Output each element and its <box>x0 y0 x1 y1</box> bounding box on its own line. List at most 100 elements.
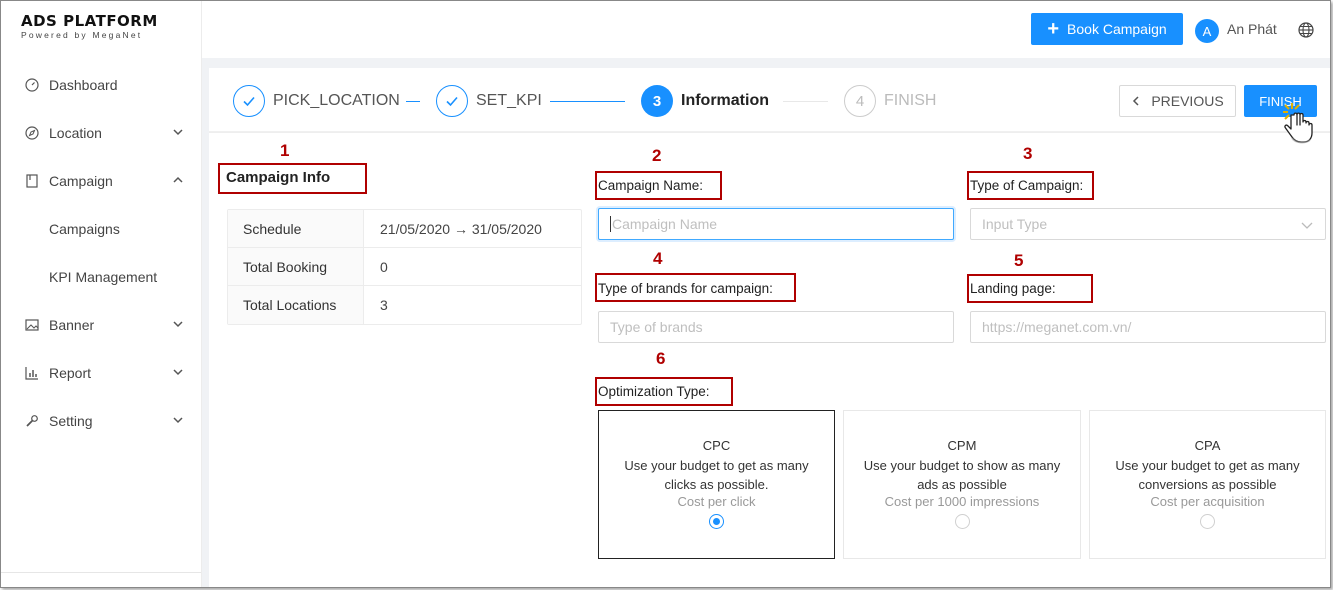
option-title: CPC <box>702 438 731 453</box>
chevron-up-icon <box>173 176 183 183</box>
sidebar-item-report[interactable]: Report <box>1 353 201 393</box>
book-campaign-label: Book Campaign <box>1067 21 1167 37</box>
picture-icon <box>25 318 39 332</box>
brand-type-input[interactable]: Type of brands <box>598 311 954 343</box>
sidebar-item-label: Report <box>49 365 92 381</box>
radio-dot <box>713 518 720 525</box>
campaign-type-label: Type of Campaign: <box>970 178 1084 193</box>
optimization-option-cpm[interactable]: CPM Use your budget to show as many ads … <box>843 410 1081 559</box>
sidebar-item-label: KPI Management <box>49 269 158 285</box>
table-row: Schedule 21/05/2020 → 31/05/2020 <box>228 210 581 248</box>
option-subtitle: Cost per acquisition <box>1150 494 1265 509</box>
step-number: 4 <box>844 85 876 117</box>
step-connector <box>550 101 625 102</box>
step-label: FINISH <box>884 92 937 109</box>
sidebar-item-label: Campaign <box>49 173 113 189</box>
step-set-kpi[interactable]: SET_KPI <box>436 84 542 118</box>
option-description: Use your budget to get as many clicks as… <box>624 458 809 492</box>
info-value: 21/05/2020 → 31/05/2020 <box>380 220 542 237</box>
sidebar-item-banner[interactable]: Banner <box>1 305 201 345</box>
radio-cpc[interactable] <box>709 514 724 529</box>
annotation-number: 6 <box>656 349 666 368</box>
check-icon <box>436 85 468 117</box>
info-value: 3 <box>380 297 388 313</box>
step-number: 3 <box>641 85 673 117</box>
user-name[interactable]: An Phát <box>1227 21 1277 37</box>
step-pick-location[interactable]: PICK_LOCATION <box>233 84 400 118</box>
campaign-name-placeholder: Campaign Name <box>612 216 718 232</box>
option-subtitle: Cost per click <box>677 494 756 509</box>
annotation-number: 3 <box>1023 144 1033 163</box>
sidebar-item-kpi-management[interactable]: KPI Management <box>1 257 201 297</box>
campaign-name-input[interactable]: Campaign Name <box>598 208 954 240</box>
step-label: Information <box>681 92 769 109</box>
previous-button[interactable]: PREVIOUS <box>1119 85 1236 117</box>
brand-type-label: Type of brands for campaign: <box>598 281 773 296</box>
info-key: Total Locations <box>228 286 364 324</box>
previous-label: PREVIOUS <box>1151 93 1224 109</box>
optimization-option-cpc[interactable]: CPC Use your budget to get as many click… <box>598 410 835 559</box>
text-caret <box>610 216 611 232</box>
book-campaign-button[interactable]: + Book Campaign <box>1031 13 1183 45</box>
check-icon <box>233 85 265 117</box>
sidebar-item-label: Location <box>49 125 102 141</box>
brand-type-placeholder: Type of brands <box>610 319 703 335</box>
dashboard-icon <box>25 78 39 92</box>
landing-page-label: Landing page: <box>970 281 1056 296</box>
step-label: PICK_LOCATION <box>273 92 400 109</box>
optimization-option-cpa[interactable]: CPA Use your budget to get as many conve… <box>1089 410 1326 559</box>
info-key: Total Booking <box>228 248 364 285</box>
annotation-number: 4 <box>653 249 663 268</box>
chevron-down-icon <box>173 129 183 136</box>
globe-icon[interactable] <box>1298 22 1314 38</box>
info-key: Schedule <box>228 210 364 247</box>
campaign-type-select[interactable]: Input Type <box>970 208 1326 240</box>
campaign-name-label: Campaign Name: <box>598 178 704 193</box>
steps-bar: PICK_LOCATION SET_KPI 3 Information 4 FI… <box>209 68 1330 132</box>
sidebar-item-label: Campaigns <box>49 221 120 237</box>
campaign-info-table: Schedule 21/05/2020 → 31/05/2020 Total B… <box>227 209 582 325</box>
option-title: CPA <box>1194 438 1221 453</box>
sidebar-divider <box>1 572 201 573</box>
table-row: Total Locations 3 <box>228 286 581 324</box>
sidebar-item-location[interactable]: Location <box>1 113 201 153</box>
annotation-number: 2 <box>652 146 662 165</box>
radio-cpa[interactable] <box>1200 514 1215 529</box>
plus-icon: + <box>1047 18 1060 40</box>
landing-page-input[interactable]: https://meganet.com.vn/ <box>970 311 1326 343</box>
logo-title: ADS PLATFORM <box>21 12 158 30</box>
campaign-type-placeholder: Input Type <box>982 216 1048 232</box>
info-value: 0 <box>380 258 388 275</box>
sidebar-item-label: Banner <box>49 317 95 333</box>
bar-chart-icon <box>25 366 39 380</box>
wrench-icon <box>25 414 39 428</box>
top-header: + Book Campaign A An Phát <box>202 1 1330 58</box>
step-connector <box>783 101 828 102</box>
logo[interactable]: ADS PLATFORM Powered by MegaNet <box>21 13 158 40</box>
sidebar-item-setting[interactable]: Setting <box>1 401 201 441</box>
option-description: Use your budget to show as many ads as p… <box>863 458 1061 492</box>
step-information[interactable]: 3 Information <box>641 84 769 118</box>
sidebar: ADS PLATFORM Powered by MegaNet Dashboar… <box>1 1 202 587</box>
table-row: Total Booking 0 <box>228 248 581 286</box>
chevron-down-icon <box>173 321 183 328</box>
hand-cursor-icon <box>1283 103 1313 144</box>
avatar[interactable]: A <box>1195 19 1219 43</box>
chevron-down-icon <box>1301 222 1313 229</box>
divider <box>209 132 1330 133</box>
book-icon <box>25 174 39 188</box>
option-description: Use your budget to get as many conversio… <box>1115 458 1300 492</box>
step-finish[interactable]: 4 FINISH <box>844 84 936 118</box>
sidebar-item-campaign[interactable]: Campaign <box>1 161 201 201</box>
logo-subtitle: Powered by MegaNet <box>21 30 143 40</box>
compass-icon <box>25 126 39 140</box>
option-subtitle: Cost per 1000 impressions <box>884 494 1040 509</box>
chevron-down-icon <box>173 369 183 376</box>
sidebar-item-dashboard[interactable]: Dashboard <box>1 65 201 105</box>
campaign-info-title: Campaign Info <box>226 169 331 186</box>
sidebar-item-label: Setting <box>49 413 93 429</box>
radio-cpm[interactable] <box>954 514 970 529</box>
step-label: SET_KPI <box>476 92 542 109</box>
sidebar-item-campaigns[interactable]: Campaigns <box>1 209 201 249</box>
sidebar-item-label: Dashboard <box>49 77 118 93</box>
